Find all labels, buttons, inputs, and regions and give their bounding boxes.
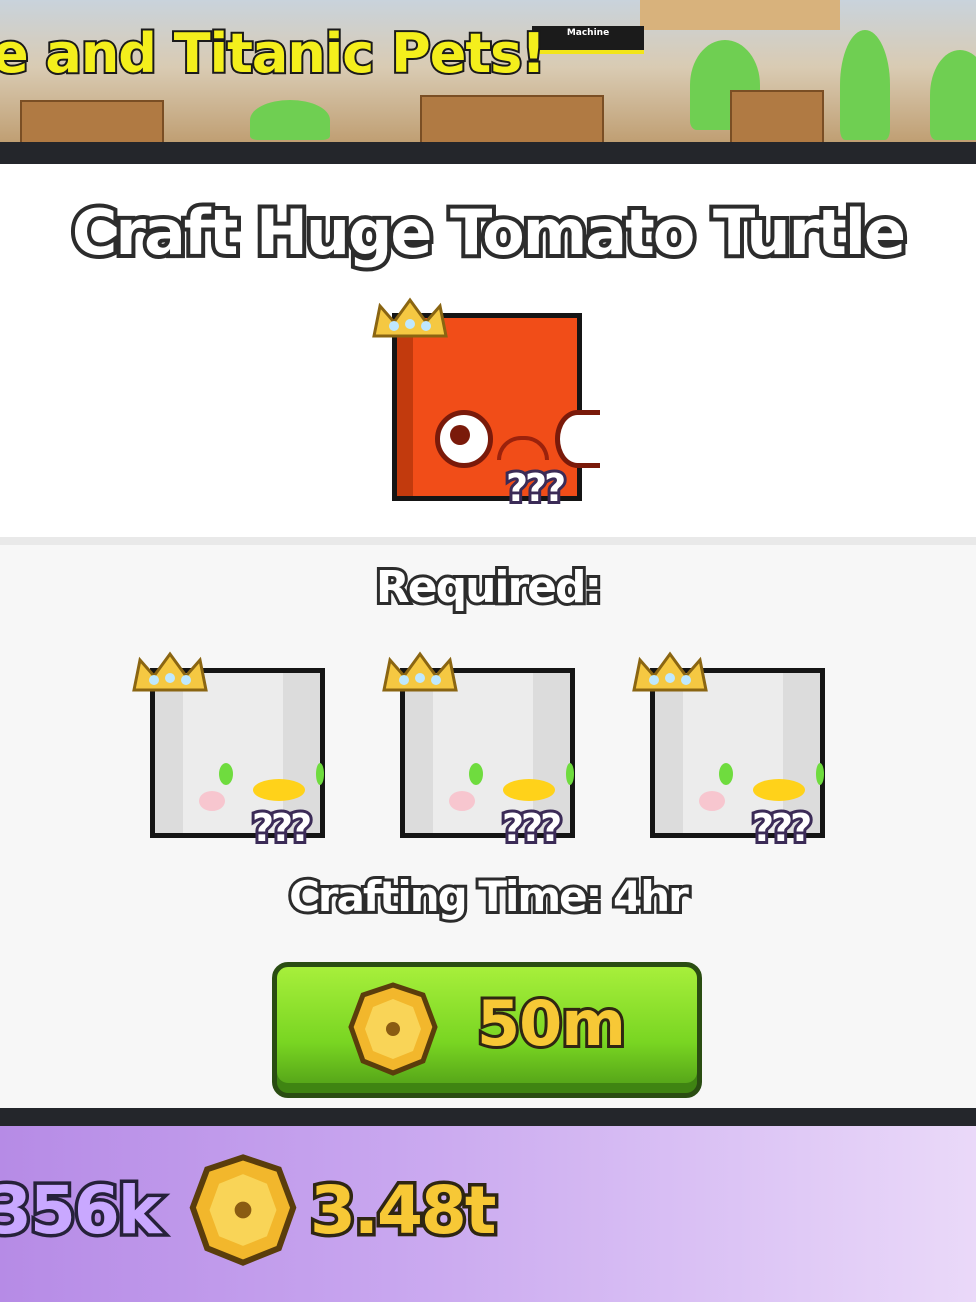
pet-eye	[555, 410, 600, 468]
building-decoration	[730, 90, 824, 144]
building-decoration	[20, 100, 164, 144]
building-decoration	[420, 95, 604, 144]
crown-icon	[132, 651, 208, 692]
top-banner: Machine e and Titanic Pets!	[0, 0, 976, 150]
banner-border	[0, 142, 976, 164]
coin-icon	[348, 982, 438, 1076]
craft-price: 50m	[474, 984, 629, 1063]
unknown-pet-label: ???	[503, 463, 569, 513]
machine-sign: Machine	[532, 26, 644, 54]
craft-button[interactable]: 50m	[272, 962, 702, 1098]
craft-title: Craft Huge Tomato Turtle	[68, 192, 910, 273]
crown-icon	[382, 651, 458, 692]
section-divider	[0, 537, 976, 545]
unknown-pet-label: ???	[249, 803, 315, 853]
required-label: Required:	[373, 559, 605, 616]
cactus-decoration	[250, 100, 330, 140]
cactus-decoration	[930, 50, 976, 140]
crown-icon	[372, 297, 448, 338]
banner-headline: e and Titanic Pets!	[0, 20, 548, 87]
pet-shade	[397, 318, 413, 496]
crown-icon	[632, 651, 708, 692]
crafting-time-label: Crafting Time: 4hr	[286, 869, 692, 924]
currency-bar-border	[0, 1108, 976, 1126]
unknown-pet-label: ???	[499, 803, 565, 853]
unknown-pet-label: ???	[749, 803, 815, 853]
cactus-decoration	[840, 30, 890, 140]
coin-icon	[189, 1154, 297, 1266]
currency-amount-left: 356k	[0, 1169, 165, 1253]
coins-amount: 3.48t	[306, 1169, 499, 1253]
pet-nose	[497, 436, 549, 460]
building-decoration	[640, 0, 840, 30]
pet-eye	[435, 410, 493, 468]
